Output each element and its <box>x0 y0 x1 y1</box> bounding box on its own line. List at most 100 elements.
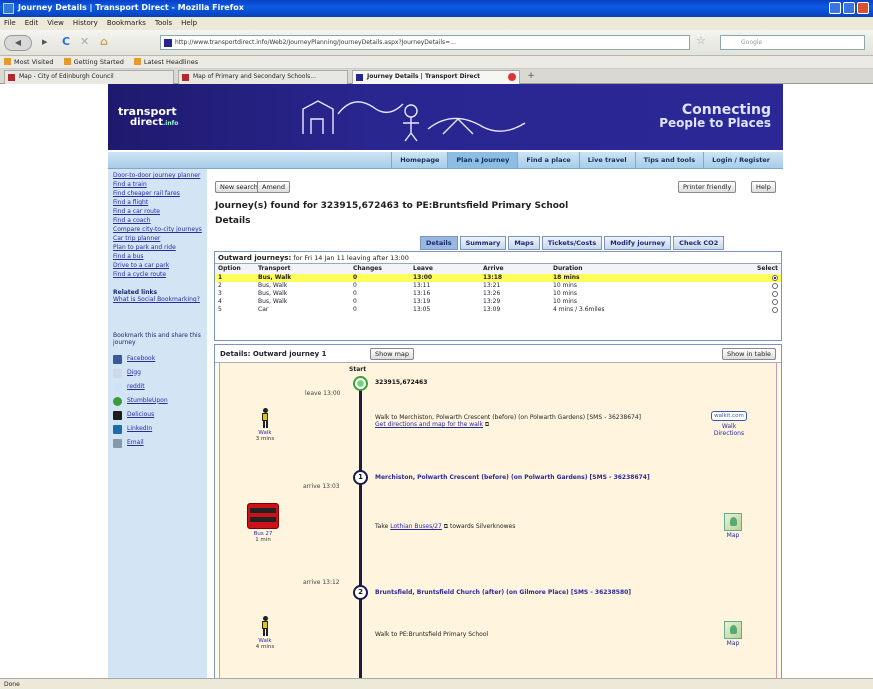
sidebar-link-cycle-route[interactable]: Find a cycle route <box>113 271 202 279</box>
share-facebook[interactable]: Facebook <box>113 354 202 364</box>
close-window-button[interactable] <box>857 2 869 14</box>
bookmark-getting-started[interactable]: Getting Started <box>64 56 124 68</box>
show-in-table-button[interactable]: Show in table <box>721 348 776 360</box>
cell-transport: Car <box>258 306 269 313</box>
share-stumbleupon[interactable]: StumbleUpon <box>113 396 202 406</box>
walk-map-link[interactable]: Map <box>723 621 743 647</box>
related-link-social-bookmarking[interactable]: What is Social Bookmarking? <box>113 296 202 304</box>
stop-icon[interactable]: ✕ <box>80 35 89 48</box>
address-bar[interactable]: http://www.transportdirect.info/Web2/Jou… <box>160 35 690 50</box>
sidebar-link-cheaper-rail[interactable]: Find cheaper rail fares <box>113 190 202 198</box>
sidebar-link-compare-city[interactable]: Compare city-to-city journeys <box>113 226 202 234</box>
browser-tab-journey-details[interactable]: Journey Details | Transport Direct <box>352 70 520 84</box>
select-radio[interactable] <box>772 306 778 313</box>
menu-edit[interactable]: Edit <box>25 17 39 30</box>
menu-view[interactable]: View <box>47 17 64 30</box>
table-row[interactable]: 1 Bus, Walk 0 13:00 13:18 18 mins <box>215 273 781 282</box>
select-radio[interactable] <box>772 290 778 297</box>
bookmark-most-visited[interactable]: Most Visited <box>4 56 54 68</box>
home-icon[interactable]: ⌂ <box>100 35 108 48</box>
browser-tab-schools-map[interactable]: Map of Primary and Secondary Schools... <box>178 70 348 84</box>
col-select: Select <box>710 263 781 274</box>
nav-live-travel[interactable]: Live travel <box>578 152 635 168</box>
new-tab-button[interactable]: + <box>524 71 538 83</box>
sidebar-link-find-flight[interactable]: Find a flight <box>113 199 202 207</box>
stop-1-location[interactable]: Merchiston, Polwarth Crescent (before) (… <box>375 474 745 481</box>
section-title-details: Details <box>215 216 251 226</box>
tab-maps[interactable]: Maps <box>508 236 540 250</box>
site-logo[interactable]: transport direct.info <box>118 106 178 129</box>
menu-bookmarks[interactable]: Bookmarks <box>107 17 146 30</box>
bus-route-link[interactable]: Lothian Buses/27 <box>390 523 442 530</box>
walk-directions-link[interactable]: Get directions and map for the walk <box>375 421 483 428</box>
table-row[interactable]: 5 Car 0 13:05 13:09 4 mins / 3.6miles <box>215 306 781 314</box>
select-radio[interactable] <box>772 282 778 289</box>
maximize-button[interactable] <box>843 2 855 14</box>
tab-check-co2[interactable]: Check CO2 <box>673 236 725 250</box>
menu-help[interactable]: Help <box>181 17 197 30</box>
tab-modify-journey[interactable]: Modify journey <box>604 236 672 250</box>
menu-tools[interactable]: Tools <box>155 17 172 30</box>
share-linkedin[interactable]: LinkedIn <box>113 424 202 434</box>
sidebar-link-car-route[interactable]: Find a car route <box>113 208 202 216</box>
menu-history[interactable]: History <box>73 17 98 30</box>
bus-duration: 1 min <box>255 537 271 543</box>
sidebar-link-park-and-ride[interactable]: Plan to park and ride <box>113 244 202 252</box>
outward-journeys-panel: Outward journeys: for Fri 14 Jan 11 leav… <box>214 251 782 341</box>
sidebar-link-find-coach[interactable]: Find a coach <box>113 217 202 225</box>
table-row[interactable]: 3 Bus, Walk 0 13:16 13:26 10 mins <box>215 290 781 298</box>
share-digg[interactable]: Digg <box>113 368 202 378</box>
close-tab-icon[interactable] <box>508 73 516 81</box>
table-row[interactable]: 2 Bus, Walk 0 13:11 13:21 10 mins <box>215 282 781 290</box>
menu-bar: File Edit View History Bookmarks Tools H… <box>0 17 873 30</box>
sidebar-link-door-to-door[interactable]: Door-to-door journey planner <box>113 172 202 180</box>
select-radio[interactable] <box>772 274 778 281</box>
arrive-time-2: arrive 13:12 <box>303 579 340 586</box>
sidebar-link-car-trip[interactable]: Car trip planner <box>113 235 202 243</box>
share-delicious[interactable]: Delicious <box>113 410 202 420</box>
bookmark-share-title: Bookmark this and share this journey <box>113 331 201 347</box>
tab-tickets-costs[interactable]: Tickets/Costs <box>541 236 603 250</box>
tab-details[interactable]: Details <box>420 236 458 250</box>
sidebar-link-car-park[interactable]: Drive to a car park <box>113 262 202 270</box>
forward-icon[interactable]: ▸ <box>42 35 48 48</box>
cell-changes: 0 <box>353 306 357 313</box>
sidebar-link-find-bus[interactable]: Find a bus <box>113 253 202 261</box>
stop-2-location[interactable]: Bruntsfield, Bruntsfield Church (after) … <box>375 589 745 596</box>
bus-map-link[interactable]: Map <box>723 513 743 539</box>
nav-plan-a-journey[interactable]: Plan a Journey <box>447 152 518 168</box>
search-placeholder: Google <box>741 39 763 46</box>
bookmark-latest-headlines[interactable]: Latest Headlines <box>134 56 198 68</box>
minimize-button[interactable] <box>829 2 841 14</box>
show-map-button[interactable]: Show map <box>370 348 415 360</box>
nav-login-register[interactable]: Login / Register <box>703 152 778 168</box>
nav-homepage[interactable]: Homepage <box>391 152 447 168</box>
tab-summary[interactable]: Summary <box>459 236 507 250</box>
walkit-widget[interactable]: walkit.com Walk Directions <box>707 411 751 437</box>
new-search-button[interactable]: New search <box>215 181 263 193</box>
browser-tab-council-map[interactable]: Map - City of Edinburgh Council <box>4 70 174 84</box>
nav-tips-and-tools[interactable]: Tips and tools <box>634 152 704 168</box>
reload-icon[interactable]: C <box>62 35 70 48</box>
cell-transport: Bus, Walk <box>258 290 288 297</box>
help-button[interactable]: Help <box>751 181 776 193</box>
stop-node-2: 2 <box>353 585 368 600</box>
menu-file[interactable]: File <box>4 17 16 30</box>
walkit-directions-link[interactable]: Walk Directions <box>707 423 751 437</box>
left-sidebar: Door-to-door journey planner Find a trai… <box>108 169 207 678</box>
nav-find-a-place[interactable]: Find a place <box>517 152 578 168</box>
share-email[interactable]: Email <box>113 438 202 448</box>
bookmark-star-icon[interactable]: ☆ <box>696 34 706 47</box>
search-input[interactable]: Google <box>720 35 865 50</box>
table-row[interactable]: 4 Bus, Walk 0 13:19 13:29 10 mins <box>215 298 781 306</box>
journey-details-panel: Details: Outward journey 1 Show map Show… <box>214 344 782 678</box>
table-header-row: Option Transport Changes Leave Arrive Du… <box>215 263 781 274</box>
printer-friendly-button[interactable]: Printer friendly <box>678 181 737 193</box>
amend-button[interactable]: Amend <box>257 181 291 193</box>
cell-select <box>710 282 781 290</box>
select-radio[interactable] <box>772 298 778 305</box>
back-button[interactable]: ◀ <box>4 35 32 51</box>
sidebar-link-find-train[interactable]: Find a train <box>113 181 202 189</box>
share-reddit[interactable]: reddit <box>113 382 202 392</box>
cell-changes: 0 <box>350 273 410 282</box>
